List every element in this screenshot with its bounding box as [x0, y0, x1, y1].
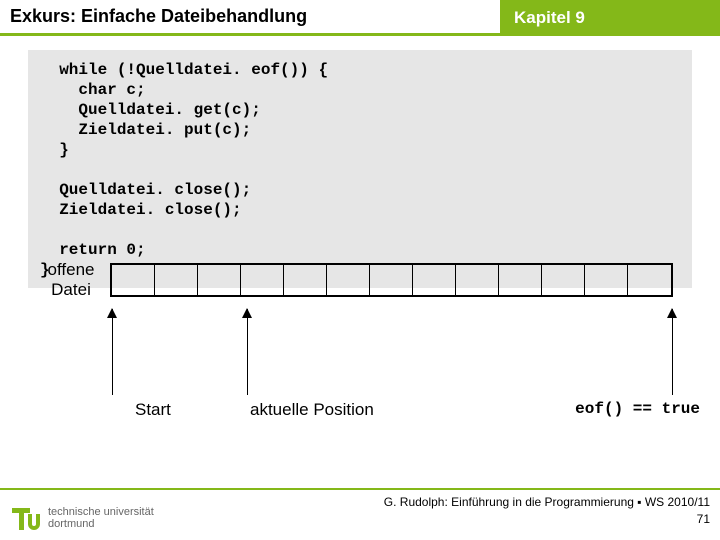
footer-credit: G. Rudolph: Einführung in die Programmie…: [384, 494, 710, 528]
cell: [628, 265, 671, 295]
university-logo: technische universität dortmund: [10, 502, 154, 534]
file-diagram: offene Datei: [36, 260, 700, 395]
start-arrow: [112, 309, 113, 395]
cell: [155, 265, 198, 295]
current-arrow: [247, 309, 248, 395]
cell: [112, 265, 155, 295]
cell: [542, 265, 585, 295]
eof-arrow: [672, 309, 673, 395]
cell: [413, 265, 456, 295]
tu-logo-icon: [10, 502, 42, 534]
code-listing: while (!Quelldatei. eof()) { char c; Que…: [28, 50, 692, 288]
file-cells: [110, 263, 673, 297]
cell: [198, 265, 241, 295]
arrow-group: [36, 305, 700, 395]
slide-footer: technische universität dortmund G. Rudol…: [0, 488, 720, 540]
cell: [456, 265, 499, 295]
university-name: technische universität dortmund: [48, 506, 154, 530]
cell: [327, 265, 370, 295]
chapter-label: Kapitel 9: [500, 0, 720, 36]
cell: [585, 265, 628, 295]
start-label: Start: [135, 400, 171, 420]
current-position-label: aktuelle Position: [250, 400, 374, 420]
slide-title: Exkurs: Einfache Dateibehandlung: [0, 0, 500, 36]
slide-header: Exkurs: Einfache Dateibehandlung Kapitel…: [0, 0, 720, 36]
eof-label: eof() == true: [575, 400, 700, 418]
cell: [241, 265, 284, 295]
cell: [499, 265, 542, 295]
diagram-label: offene Datei: [36, 260, 106, 301]
cell: [370, 265, 413, 295]
cell: [284, 265, 327, 295]
footer-divider: [0, 488, 720, 490]
